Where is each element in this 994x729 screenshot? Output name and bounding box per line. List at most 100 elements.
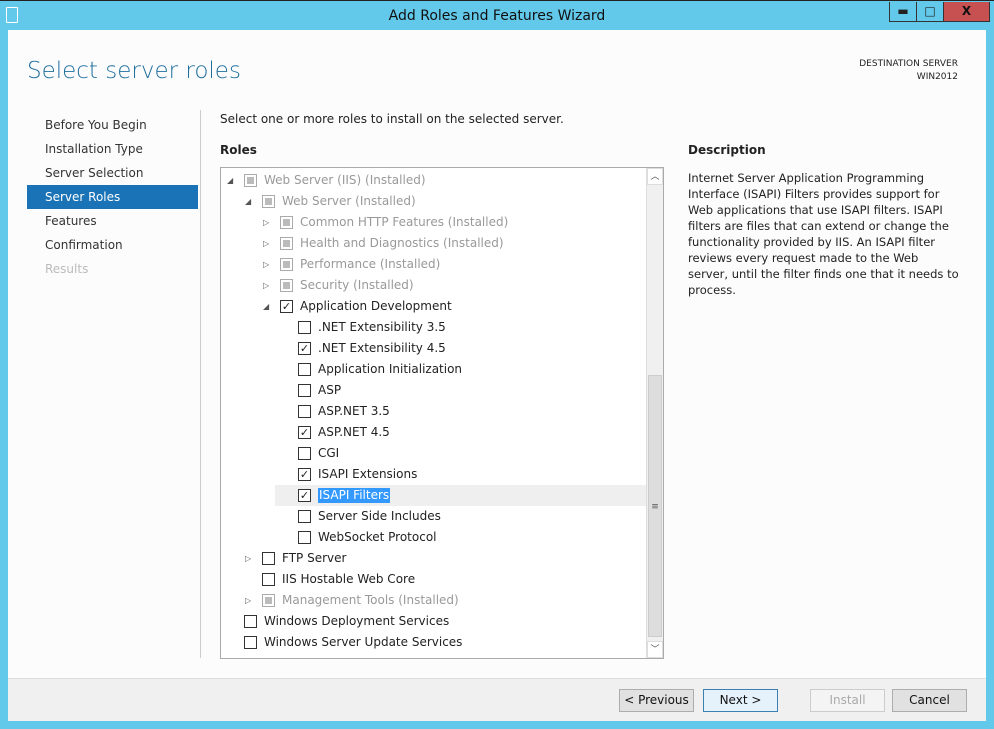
role-tree-item[interactable]: IIS Hostable Web Core: [221, 569, 646, 590]
role-checkbox[interactable]: [244, 636, 257, 649]
role-label: ISAPI Extensions: [318, 467, 418, 481]
role-checkbox[interactable]: [262, 594, 275, 607]
scroll-thumb[interactable]: ≡: [648, 375, 662, 637]
minimize-button[interactable]: ▬: [889, 2, 917, 22]
role-label: Performance (Installed): [300, 257, 441, 271]
role-label: Health and Diagnostics (Installed): [300, 236, 504, 250]
destination-label: DESTINATION SERVER: [859, 59, 958, 69]
expand-arrow-icon[interactable]: ▷: [263, 233, 273, 254]
wizard-steps: Before You Begin Installation Type Server …: [27, 113, 198, 281]
page-title: Select server roles: [27, 58, 241, 84]
role-tree-item[interactable]: ✓ ASP.NET 4.5: [221, 422, 646, 443]
sidebar-item-server-selection[interactable]: Server Selection: [27, 161, 198, 185]
role-tree-item[interactable]: ✓ .NET Extensibility 4.5: [221, 338, 646, 359]
next-button[interactable]: Next >: [703, 689, 778, 712]
role-tree-item[interactable]: ▷ Security (Installed): [221, 275, 646, 296]
button-bar: < Previous Next > Install Cancel: [8, 678, 986, 721]
role-tree-item[interactable]: ◢ Web Server (IIS) (Installed): [221, 170, 646, 191]
role-label: Web Server (IIS) (Installed): [264, 173, 426, 187]
role-tree-item[interactable]: Server Side Includes: [221, 506, 646, 527]
role-tree-item[interactable]: ◢ Web Server (Installed): [221, 191, 646, 212]
role-checkbox[interactable]: [298, 384, 311, 397]
description-header: Description: [688, 143, 766, 157]
role-tree-item[interactable]: ✓ ISAPI Filters: [275, 485, 646, 506]
role-checkbox[interactable]: [298, 321, 311, 334]
role-checkbox[interactable]: [262, 573, 275, 586]
role-label: ASP.NET 3.5: [318, 404, 390, 418]
role-tree-item[interactable]: Application Initialization: [221, 359, 646, 380]
roles-header: Roles: [220, 143, 257, 157]
expand-arrow-icon[interactable]: ▷: [245, 548, 255, 569]
role-checkbox[interactable]: [298, 405, 311, 418]
scrollbar[interactable]: ︿ ≡ ﹀: [646, 168, 663, 658]
role-checkbox[interactable]: [280, 258, 293, 271]
expand-arrow-icon[interactable]: ▷: [245, 590, 255, 611]
role-tree-item[interactable]: ▷ Performance (Installed): [221, 254, 646, 275]
role-tree-item[interactable]: ASP: [221, 380, 646, 401]
cancel-button[interactable]: Cancel: [892, 689, 967, 712]
role-tree-item[interactable]: .NET Extensibility 3.5: [221, 317, 646, 338]
role-label: Windows Deployment Services: [264, 614, 450, 628]
collapse-arrow-icon[interactable]: ◢: [227, 170, 237, 191]
maximize-button[interactable]: □: [916, 2, 944, 22]
sidebar-item-before-you-begin[interactable]: Before You Begin: [27, 113, 198, 137]
sidebar-item-installation-type[interactable]: Installation Type: [27, 137, 198, 161]
role-checkbox[interactable]: ✓: [298, 468, 311, 481]
sidebar-item-confirmation[interactable]: Confirmation: [27, 233, 198, 257]
role-label: .NET Extensibility 3.5: [318, 320, 446, 334]
description-text: Internet Server Application Programming …: [688, 171, 959, 297]
window-title: Add Roles and Features Wizard: [388, 8, 606, 24]
role-tree-item[interactable]: ▷ Management Tools (Installed): [221, 590, 646, 611]
scroll-up-button[interactable]: ︿: [647, 168, 663, 185]
role-checkbox[interactable]: [262, 195, 275, 208]
role-label: Application Development: [300, 299, 452, 313]
destination-server: DESTINATION SERVER WIN2012: [859, 58, 958, 84]
destination-server-name: WIN2012: [916, 72, 958, 82]
divider: [200, 110, 201, 658]
role-checkbox[interactable]: [280, 279, 293, 292]
sidebar-item-features[interactable]: Features: [27, 209, 198, 233]
role-checkbox[interactable]: ✓: [298, 342, 311, 355]
close-button[interactable]: X: [943, 2, 990, 22]
role-checkbox[interactable]: [262, 552, 275, 565]
role-tree-item[interactable]: ▷ FTP Server: [221, 548, 646, 569]
role-checkbox[interactable]: [298, 447, 311, 460]
role-checkbox[interactable]: [244, 615, 257, 628]
expand-arrow-icon[interactable]: ▷: [263, 254, 273, 275]
role-checkbox[interactable]: [298, 531, 311, 544]
expand-arrow-icon[interactable]: ▷: [263, 275, 273, 296]
role-checkbox[interactable]: [298, 510, 311, 523]
install-button[interactable]: Install: [810, 689, 885, 712]
role-label: Security (Installed): [300, 278, 414, 292]
role-label: FTP Server: [282, 551, 347, 565]
sidebar-item-server-roles[interactable]: Server Roles: [27, 185, 198, 209]
role-label: ISAPI Filters: [318, 488, 391, 503]
role-checkbox[interactable]: [298, 363, 311, 376]
role-tree-item[interactable]: ◢ ✓ Application Development: [221, 296, 646, 317]
instruction-text: Select one or more roles to install on t…: [220, 112, 564, 126]
sidebar-item-results: Results: [45, 262, 89, 276]
role-tree-item[interactable]: CGI: [221, 443, 646, 464]
role-tree-item[interactable]: ▷ Health and Diagnostics (Installed): [221, 233, 646, 254]
roles-tree[interactable]: ◢ Web Server (IIS) (Installed) ◢ Web Server…: [220, 167, 664, 659]
role-checkbox[interactable]: [244, 174, 257, 187]
role-tree-item[interactable]: WebSocket Protocol: [221, 527, 646, 548]
collapse-arrow-icon[interactable]: ◢: [263, 296, 273, 317]
role-checkbox[interactable]: [280, 216, 293, 229]
role-label: Application Initialization: [318, 362, 463, 376]
role-tree-item[interactable]: ▷ Common HTTP Features (Installed): [221, 212, 646, 233]
role-checkbox[interactable]: ✓: [298, 489, 311, 502]
scroll-down-button[interactable]: ﹀: [647, 641, 663, 658]
previous-button[interactable]: < Previous: [619, 689, 694, 712]
role-tree-item[interactable]: Windows Deployment Services: [221, 611, 646, 632]
collapse-arrow-icon[interactable]: ◢: [245, 191, 255, 212]
role-label: Common HTTP Features (Installed): [300, 215, 509, 229]
role-checkbox[interactable]: ✓: [280, 300, 293, 313]
title-bar: Add Roles and Features Wizard ▬ □ X: [0, 0, 994, 30]
role-checkbox[interactable]: ✓: [298, 426, 311, 439]
role-tree-item[interactable]: Windows Server Update Services: [221, 632, 646, 653]
role-tree-item[interactable]: ASP.NET 3.5: [221, 401, 646, 422]
expand-arrow-icon[interactable]: ▷: [263, 212, 273, 233]
role-tree-item[interactable]: ✓ ISAPI Extensions: [221, 464, 646, 485]
role-checkbox[interactable]: [280, 237, 293, 250]
